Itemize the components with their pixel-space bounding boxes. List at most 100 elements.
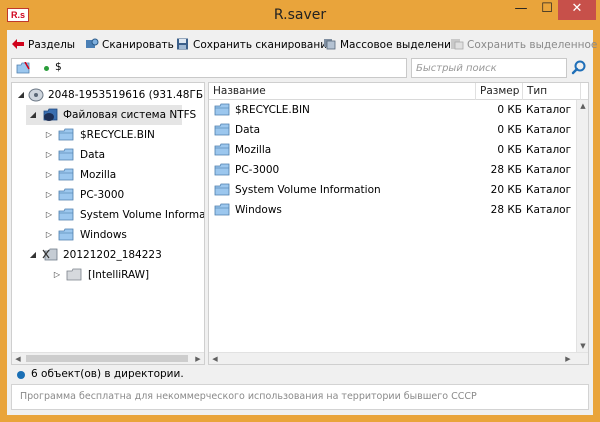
tree-item-folder[interactable]: ▷ PC-3000 bbox=[40, 185, 204, 205]
item-name: Data bbox=[235, 124, 261, 136]
tree-item-label: [IntelliRAW] bbox=[88, 269, 150, 281]
tree-expand-arrow[interactable]: ▷ bbox=[52, 265, 62, 285]
list-header: Название Размер Тип bbox=[209, 83, 588, 100]
list-horizontal-scrollbar[interactable]: ◀ ▶ bbox=[209, 352, 588, 364]
folder-icon bbox=[214, 123, 230, 136]
search-input[interactable] bbox=[413, 60, 565, 76]
tree-expand-arrow[interactable]: ▷ bbox=[44, 165, 54, 185]
floppy-icon bbox=[177, 38, 188, 50]
save-selected-button[interactable]: Сохранить выделенное bbox=[450, 37, 597, 53]
license-notice: Программа бесплатна для некоммерческого … bbox=[11, 384, 589, 410]
tree-item-folder[interactable]: ▷ Mozilla bbox=[40, 165, 204, 185]
scroll-left-icon[interactable]: ◀ bbox=[12, 353, 24, 364]
path-status-dot bbox=[44, 66, 49, 71]
scan-label: Сканировать bbox=[102, 39, 174, 51]
tree-item-label: 20121202_184223 bbox=[63, 249, 162, 261]
tree-item-label: System Volume Information bbox=[80, 209, 205, 221]
folder-icon bbox=[214, 163, 230, 176]
tree-expand-arrow[interactable]: ▷ bbox=[44, 185, 54, 205]
list-item[interactable]: Windows 28 КБ Каталог bbox=[209, 200, 581, 220]
close-button[interactable]: ✕ bbox=[558, 0, 596, 20]
item-name: Mozilla bbox=[235, 144, 272, 156]
search-button[interactable] bbox=[569, 58, 589, 78]
search-icon bbox=[571, 60, 586, 75]
scroll-down-icon[interactable]: ▼ bbox=[577, 340, 588, 352]
column-size-header[interactable]: Размер bbox=[476, 83, 523, 100]
item-type: Каталог bbox=[526, 184, 572, 196]
item-type: Каталог bbox=[526, 144, 572, 156]
folder-icon bbox=[58, 228, 74, 241]
back-to-partitions-button[interactable]: Разделы bbox=[11, 37, 75, 53]
list-item[interactable]: Mozilla 0 КБ Каталог bbox=[209, 140, 581, 160]
scroll-right-icon[interactable]: ▶ bbox=[562, 353, 574, 364]
tree-item-label: 2048-1953519616 (931.48ГБ на D bbox=[48, 89, 204, 101]
mass-select-label: Массовое выделение bbox=[340, 39, 458, 51]
mass-select-button[interactable]: Массовое выделение bbox=[323, 37, 457, 53]
folder-icon bbox=[58, 148, 74, 161]
tree-expand-arrow[interactable]: ◢ bbox=[28, 245, 38, 265]
scrollbar-thumb[interactable] bbox=[26, 355, 188, 362]
save-selected-icon bbox=[451, 39, 464, 50]
tree-item-folder[interactable]: ▷ Data bbox=[40, 145, 204, 165]
search-box bbox=[411, 58, 567, 78]
tree-item-label: Файловая система NTFS bbox=[63, 109, 197, 121]
scroll-up-icon[interactable]: ▲ bbox=[577, 100, 588, 112]
mass-select-icon bbox=[324, 39, 336, 50]
tree-item-folder-raw[interactable]: ▷ [IntelliRAW] bbox=[40, 265, 204, 285]
column-type-header[interactable]: Тип bbox=[523, 83, 581, 100]
list-item[interactable]: System Volume Information 20 КБ Каталог bbox=[209, 180, 581, 200]
tree-item-folder[interactable]: ▷ System Volume Information bbox=[40, 205, 204, 225]
folder-icon bbox=[214, 183, 230, 196]
tree-expand-arrow[interactable]: ◢ bbox=[16, 85, 26, 105]
item-size: 0 КБ bbox=[497, 144, 522, 156]
tree-horizontal-scrollbar[interactable]: ◀ ▶ bbox=[12, 352, 204, 364]
list-item[interactable]: Data 0 КБ Каталог bbox=[209, 120, 581, 140]
tree-item-ntfs[interactable]: ◢ Файловая система NTFS bbox=[26, 105, 196, 125]
item-size: 28 КБ bbox=[490, 204, 522, 216]
file-list[interactable]: Название Размер Тип $RECYCLE.BIN 0 КБ Ка… bbox=[208, 82, 589, 365]
tree-item-scan-session[interactable]: ◢ 20121202_184223 bbox=[26, 245, 204, 265]
list-vertical-scrollbar[interactable]: ▲ ▼ bbox=[576, 100, 588, 352]
list-item[interactable]: PC-3000 28 КБ Каталог bbox=[209, 160, 581, 180]
path-folder-icon bbox=[16, 62, 30, 74]
scroll-right-icon[interactable]: ▶ bbox=[192, 353, 204, 364]
status-icon bbox=[17, 371, 25, 379]
tree-item-folder[interactable]: ▷ Windows bbox=[40, 225, 204, 245]
tree-item-label: Windows bbox=[80, 229, 127, 241]
save-selected-label: Сохранить выделенное bbox=[467, 39, 598, 51]
tree-item-folder[interactable]: ▷ $RECYCLE.BIN bbox=[40, 125, 204, 145]
title-bar[interactable]: R.s R.saver — ☐ ✕ bbox=[0, 0, 600, 30]
tree-item-disk[interactable]: ◢ 2048-1953519616 (931.48ГБ на D bbox=[12, 85, 204, 105]
item-size: 28 КБ bbox=[490, 164, 522, 176]
toolbar: Разделы Сканировать Сохранить сканирован… bbox=[7, 34, 597, 56]
tree-expand-arrow[interactable]: ▷ bbox=[44, 125, 54, 145]
tree-item-label: $RECYCLE.BIN bbox=[80, 129, 155, 141]
tree-expand-arrow[interactable]: ▷ bbox=[44, 225, 54, 245]
back-label: Разделы bbox=[28, 39, 76, 51]
current-path: $ bbox=[55, 61, 62, 73]
scroll-left-icon[interactable]: ◀ bbox=[209, 353, 221, 364]
tree-item-label: PC-3000 bbox=[80, 189, 125, 201]
folder-icon bbox=[58, 188, 74, 201]
folder-icon bbox=[214, 103, 230, 116]
scan-icon bbox=[86, 38, 99, 48]
tree-item-label: Mozilla bbox=[80, 169, 117, 181]
path-bar[interactable]: $ bbox=[11, 58, 407, 78]
folder-icon bbox=[214, 203, 230, 216]
column-name-header[interactable]: Название bbox=[209, 83, 476, 100]
maximize-button[interactable]: ☐ bbox=[534, 0, 560, 20]
scan-button[interactable]: Сканировать bbox=[85, 37, 174, 53]
filesystem-icon bbox=[43, 108, 58, 121]
folder-tree[interactable]: ◢ 2048-1953519616 (931.48ГБ на D ◢ Файло… bbox=[11, 82, 205, 365]
minimize-button[interactable]: — bbox=[508, 0, 534, 20]
disk-icon bbox=[28, 88, 44, 102]
item-type: Каталог bbox=[526, 204, 572, 216]
save-scan-label: Сохранить сканирование bbox=[193, 39, 334, 51]
item-size: 20 КБ bbox=[490, 184, 522, 196]
folder-gray-icon bbox=[66, 268, 82, 281]
tree-expand-arrow[interactable]: ▷ bbox=[44, 205, 54, 225]
tree-expand-arrow[interactable]: ▷ bbox=[44, 145, 54, 165]
tree-expand-arrow[interactable]: ◢ bbox=[28, 105, 38, 125]
list-item[interactable]: $RECYCLE.BIN 0 КБ Каталог bbox=[209, 100, 581, 120]
save-scan-button[interactable]: Сохранить сканирование bbox=[176, 37, 334, 53]
